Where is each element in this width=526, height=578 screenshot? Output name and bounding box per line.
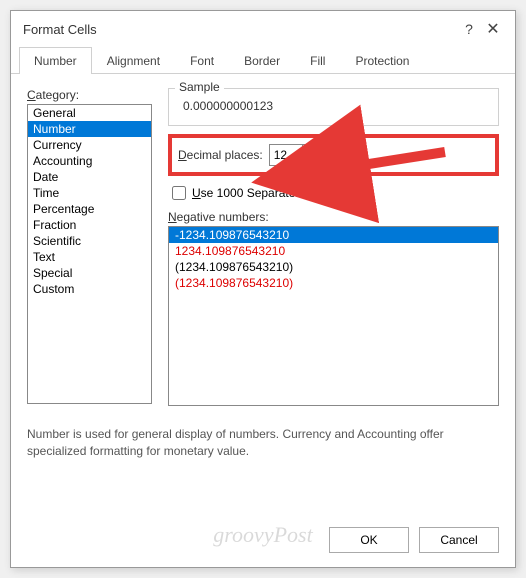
dialog-body: Category: GeneralNumberCurrencyAccountin…	[11, 74, 515, 515]
spinner-up-icon[interactable]: ▲	[303, 145, 319, 156]
list-item[interactable]: Currency	[28, 137, 151, 153]
help-icon[interactable]: ?	[457, 21, 481, 37]
list-item[interactable]: Fraction	[28, 217, 151, 233]
decimal-label: Decimal places:	[178, 148, 263, 162]
list-item[interactable]: Special	[28, 265, 151, 281]
sample-group: Sample 0.000000000123	[168, 88, 499, 126]
list-item[interactable]: Time	[28, 185, 151, 201]
cancel-button[interactable]: Cancel	[419, 527, 499, 553]
list-item[interactable]: General	[28, 105, 151, 121]
tabs: NumberAlignmentFontBorderFillProtection	[11, 47, 515, 74]
tab-alignment[interactable]: Alignment	[92, 47, 175, 74]
negative-listbox[interactable]: -1234.1098765432101234.109876543210(1234…	[168, 226, 499, 406]
format-cells-dialog: Format Cells ? ✕ NumberAlignmentFontBord…	[10, 10, 516, 568]
decimal-spinner[interactable]: ▲ ▼	[269, 144, 320, 166]
list-item[interactable]: (1234.109876543210)	[169, 275, 498, 291]
dialog-title: Format Cells	[23, 22, 457, 37]
sample-value: 0.000000000123	[179, 97, 488, 115]
tab-font[interactable]: Font	[175, 47, 229, 74]
tab-fill[interactable]: Fill	[295, 47, 340, 74]
category-listbox[interactable]: GeneralNumberCurrencyAccountingDateTimeP…	[27, 104, 152, 404]
list-item[interactable]: Custom	[28, 281, 151, 297]
description-text: Number is used for general display of nu…	[27, 426, 499, 460]
tab-border[interactable]: Border	[229, 47, 295, 74]
negative-label: Negative numbers:	[168, 210, 499, 224]
list-item[interactable]: Percentage	[28, 201, 151, 217]
tab-protection[interactable]: Protection	[340, 47, 424, 74]
dialog-buttons: OK Cancel	[11, 515, 515, 567]
close-icon[interactable]: ✕	[481, 19, 505, 39]
list-item[interactable]: Number	[28, 121, 151, 137]
ok-button[interactable]: OK	[329, 527, 409, 553]
list-item[interactable]: Text	[28, 249, 151, 265]
use-separator-label: Use 1000 Separator (,)	[192, 186, 314, 200]
separator-row: Use 1000 Separator (,)	[168, 186, 499, 200]
list-item[interactable]: Date	[28, 169, 151, 185]
sample-label: Sample	[175, 80, 224, 94]
use-separator-checkbox[interactable]	[172, 186, 186, 200]
list-item[interactable]: (1234.109876543210)	[169, 259, 498, 275]
list-item[interactable]: Accounting	[28, 153, 151, 169]
category-label: Category:	[27, 88, 152, 102]
decimal-input[interactable]	[270, 145, 302, 165]
list-item[interactable]: 1234.109876543210	[169, 243, 498, 259]
list-item[interactable]: Scientific	[28, 233, 151, 249]
titlebar: Format Cells ? ✕	[11, 11, 515, 45]
spinner-down-icon[interactable]: ▼	[303, 156, 319, 167]
list-item[interactable]: -1234.109876543210	[169, 227, 498, 243]
tab-number[interactable]: Number	[19, 47, 92, 74]
decimal-places-row: Decimal places: ▲ ▼	[168, 134, 499, 176]
